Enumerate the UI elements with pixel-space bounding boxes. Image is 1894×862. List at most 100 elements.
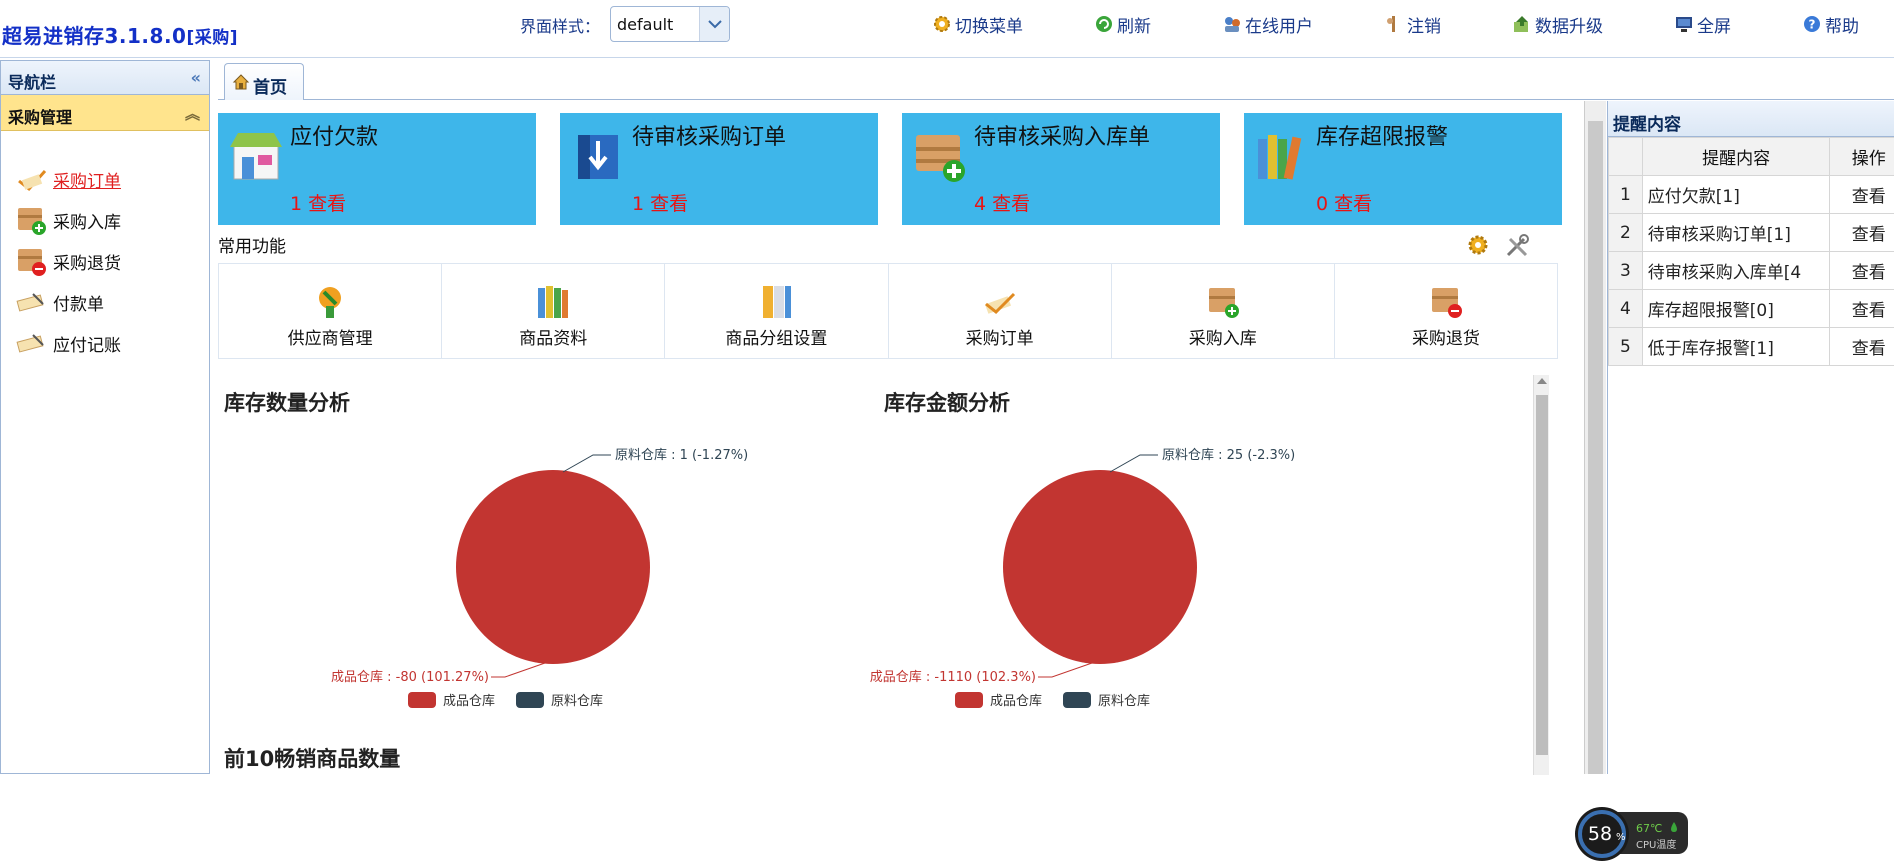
box-add-icon [912,125,968,185]
kpi-title: 应付欠款 [290,119,378,151]
sidebar: 导航栏 « 采购管理 ︽ 采购订单 采购入库 采购退货 付款单 应付记账 [0,60,210,774]
table-header-row: 提醒内容 操作 [1609,138,1894,176]
legend-label: 原料仓库 [551,693,603,709]
refresh-button[interactable]: 刷新 [1094,12,1151,36]
data-upgrade-button[interactable]: 数据升级 [1512,12,1603,36]
func-product-info[interactable]: 商品资料 [442,264,665,358]
view-link[interactable]: 查看 [1830,252,1894,290]
pie-data-label: 原料仓库 : 25 (-2.3%) [1162,447,1295,463]
scrollbar-thumb[interactable] [1588,121,1603,774]
func-purchase-return[interactable]: 采购退货 [1335,264,1557,358]
reminder-panel: 提醒内容 提醒内容 操作 1应付欠款[1]查看 2待审核采购订单[1]查看 3待… [1607,101,1894,774]
books-icon [1254,125,1310,185]
box-remove-icon [15,245,49,277]
kpi-stock-overlimit[interactable]: 库存超限报警 0 查看 [1244,113,1562,225]
sidebar-title: 导航栏 [8,73,56,92]
func-product-group-settings[interactable]: 商品分组设置 [665,264,888,358]
book-group-icon [758,282,794,320]
gear-icon [932,14,952,34]
kpi-title: 待审核采购入库单 [974,119,1150,151]
table-row[interactable]: 1应付欠款[1]查看 [1609,176,1894,214]
order-icon [982,282,1018,320]
app-title: 超易进销存3.1.8.0[采购] [2,20,238,49]
settings-icon[interactable] [1466,233,1490,261]
fullscreen-button[interactable]: 全屏 [1674,12,1731,36]
collapse-left-icon[interactable]: « [191,68,201,87]
scroll-up-icon[interactable] [1537,378,1547,384]
tools-icon[interactable] [1504,233,1530,263]
table-header-content: 提醒内容 [1642,138,1830,176]
legend-label: 成品仓库 [443,693,495,709]
cpu-usage-unit: % [1616,832,1626,843]
order-icon [15,163,49,195]
legend-swatch [955,692,983,708]
chevron-down-icon[interactable] [699,7,729,41]
view-link[interactable]: 查看 [1830,290,1894,328]
kpi-pending-inbound-orders[interactable]: 待审核采购入库单 4 查看 [902,113,1220,225]
upgrade-icon [1512,14,1532,34]
legend-swatch [408,692,436,708]
store-icon [228,125,284,185]
sidebar-item-purchase-inbound[interactable]: 采购入库 [15,204,121,236]
table-header-num [1609,138,1643,176]
pie-label-line [491,663,545,677]
sidebar-section-purchase[interactable]: 采购管理 ︽ [1,95,209,131]
help-button[interactable]: ? 帮助 [1802,12,1859,36]
kpi-title: 库存超限报警 [1316,119,1448,151]
kpi-pending-purchase-orders[interactable]: 待审核采购订单 1 查看 [560,113,878,225]
func-purchase-order[interactable]: 采购订单 [889,264,1112,358]
charts-area: 库存数量分析 库存金额分析 原料仓库 : 1 (-1.27%)成品仓库 : -8… [218,375,1558,774]
sidebar-item-purchase-return[interactable]: 采购退货 [15,245,121,277]
kpi-accounts-payable[interactable]: 应付欠款 1 查看 [218,113,536,225]
main-scrollbar[interactable] [1584,101,1606,774]
table-row[interactable]: 4库存超限报警[0]查看 [1609,290,1894,328]
view-link[interactable]: 查看 [1830,214,1894,252]
cpu-temp-value: 67℃ [1636,822,1662,835]
pie-data-label: 成品仓库 : -1110 (102.3%) [870,669,1036,685]
kpi-view-link[interactable]: 1 查看 [290,189,346,216]
table-row[interactable]: 3待审核采购入库单[4查看 [1609,252,1894,290]
pie-slice-1-main [456,470,650,664]
pie-charts: 原料仓库 : 1 (-1.27%)成品仓库 : -80 (101.27%)成品仓… [218,375,1528,774]
kpi-view-link[interactable]: 1 查看 [632,189,688,216]
view-link[interactable]: 查看 [1830,176,1894,214]
switch-menu-button[interactable]: 切换菜单 [932,12,1023,36]
func-purchase-inbound[interactable]: 采购入库 [1112,264,1335,358]
theme-select-value: default [617,15,673,34]
cpu-usage-value: 58 [1588,823,1612,845]
users-icon [1222,14,1242,34]
func-supplier-management[interactable]: 供应商管理 [219,264,442,358]
common-functions-title: 常用功能 [218,232,286,257]
box-add-icon [15,204,49,236]
table-header-action: 操作 [1830,138,1894,176]
scrollbar-thumb[interactable] [1536,395,1548,755]
reminder-table: 提醒内容 操作 1应付欠款[1]查看 2待审核采购订单[1]查看 3待审核采购入… [1608,137,1894,366]
books-icon [535,282,571,320]
tab-home[interactable]: 首页 [224,63,304,100]
refresh-icon [1094,14,1114,34]
pie-label-line [563,455,611,472]
table-row[interactable]: 2待审核采购订单[1]查看 [1609,214,1894,252]
ledger-icon [15,327,49,359]
svg-text:?: ? [1809,18,1816,32]
logout-button[interactable]: 注销 [1384,12,1441,36]
common-functions-grid: 供应商管理 商品资料 商品分组设置 采购订单 采购入库 采购退货 [218,263,1558,359]
payment-icon [15,286,49,318]
sidebar-section-label: 采购管理 [8,108,72,127]
sidebar-item-purchase-order[interactable]: 采购订单 [15,163,121,195]
sidebar-item-payment[interactable]: 付款单 [15,286,104,318]
kpi-view-link[interactable]: 0 查看 [1316,189,1372,216]
collapse-up-icon[interactable]: ︽ [185,103,200,124]
cpu-widget: 58 % 67℃ CPU温度 [1574,806,1690,862]
view-link[interactable]: 查看 [1830,328,1894,366]
kpi-view-link[interactable]: 4 查看 [974,189,1030,216]
table-row[interactable]: 5低于库存报警[1]查看 [1609,328,1894,366]
legend-swatch [1063,692,1091,708]
theme-select[interactable]: default [610,6,730,42]
top-bar: 超易进销存3.1.8.0[采购] 界面样式： default 切换菜单 刷新 在… [0,0,1894,58]
sidebar-header: 导航栏 « [1,61,209,95]
charts-scrollbar[interactable] [1533,375,1549,775]
logout-icon [1384,14,1404,34]
online-users-button[interactable]: 在线用户 [1222,12,1313,36]
sidebar-item-payable-ledger[interactable]: 应付记账 [15,327,121,359]
